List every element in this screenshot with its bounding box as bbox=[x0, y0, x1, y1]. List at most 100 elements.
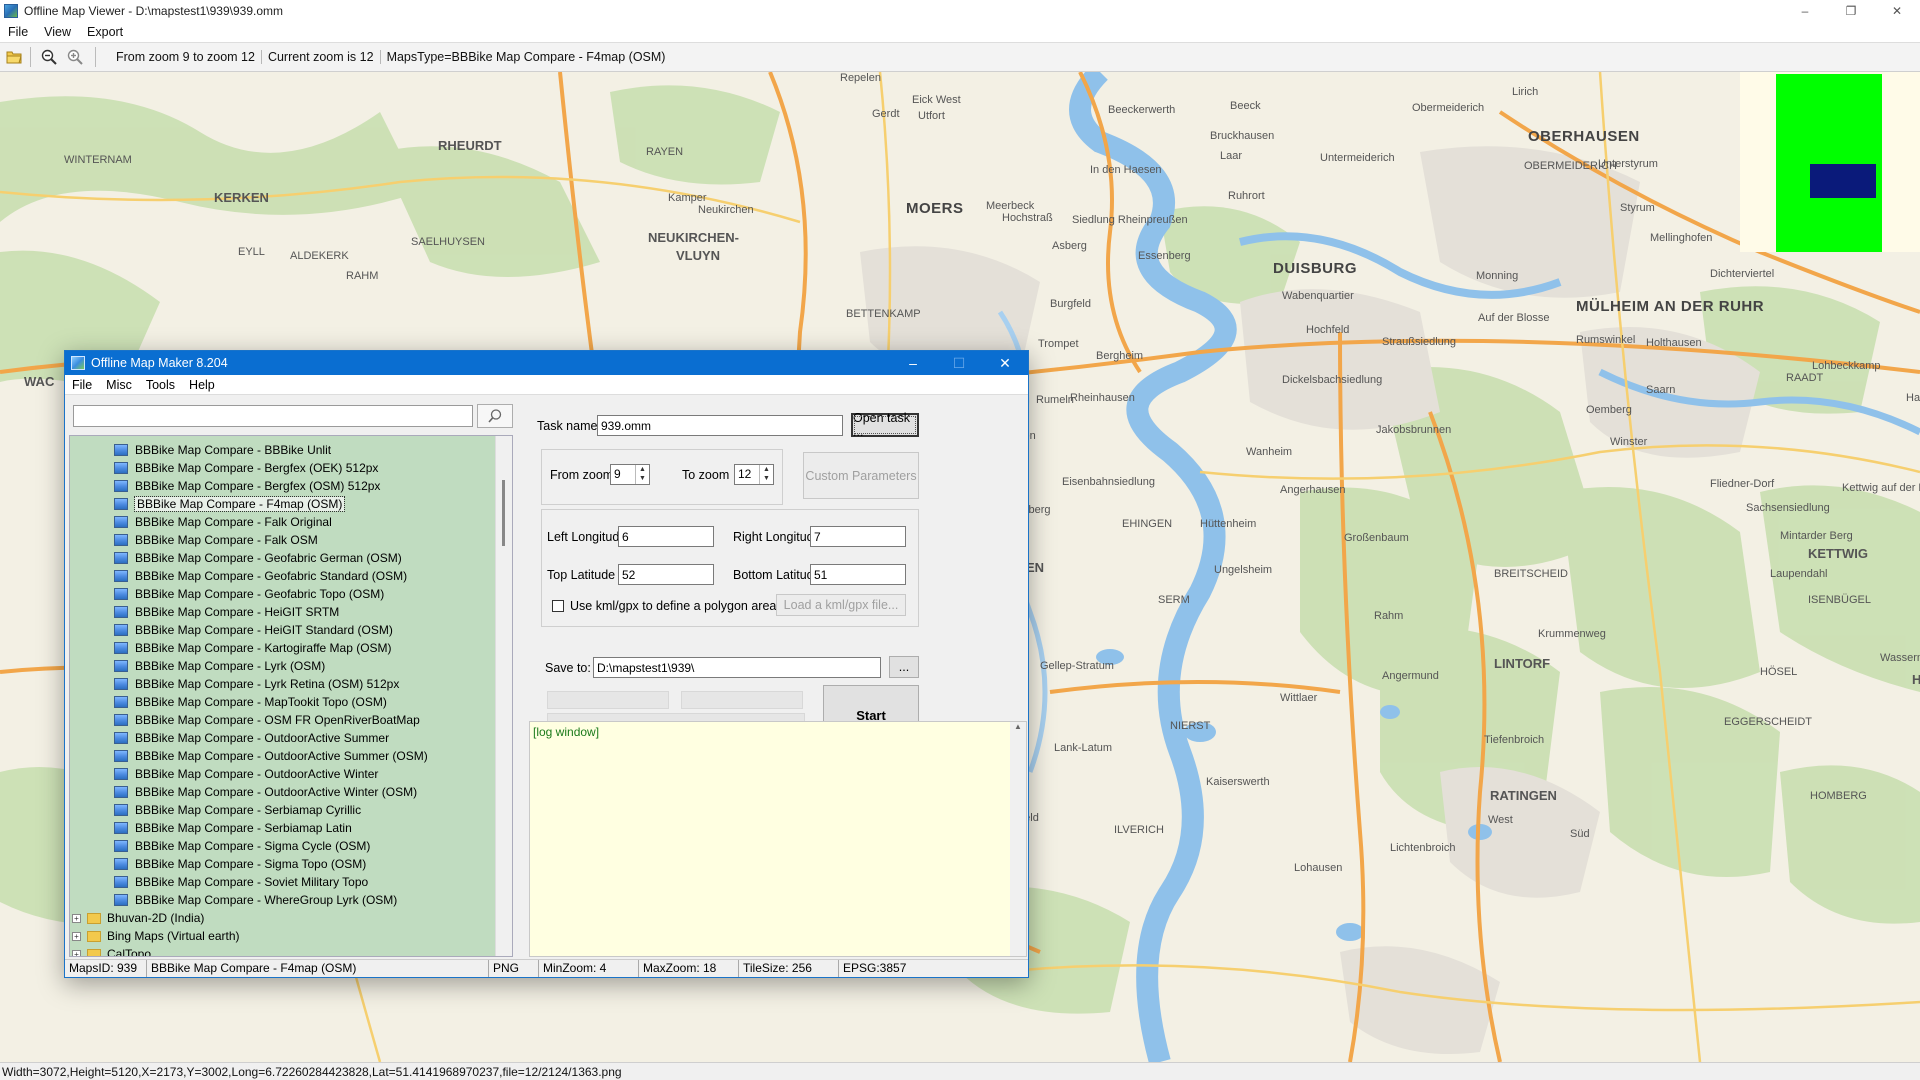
bottom-latitude-label: Bottom Latitude bbox=[733, 568, 821, 582]
top-latitude-input[interactable] bbox=[618, 564, 714, 585]
tree-item-map-source[interactable]: BBBike Map Compare - Falk Original bbox=[114, 513, 332, 531]
map-search-input[interactable] bbox=[73, 405, 473, 427]
to-zoom-spinner[interactable]: 12 ▲ ▼ bbox=[734, 464, 774, 485]
map-place-label: ALDEKERK bbox=[290, 250, 349, 262]
open-task-button[interactable]: Open task ... bbox=[851, 411, 919, 439]
tree-scrollbar-thumb[interactable] bbox=[502, 480, 505, 546]
tree-item-map-source[interactable]: BBBike Map Compare - Geofabric German (O… bbox=[114, 549, 402, 567]
zoom-in-icon[interactable] bbox=[63, 45, 87, 69]
expand-icon[interactable]: + bbox=[72, 931, 81, 941]
log-window[interactable]: [log window] ▲ bbox=[529, 721, 1027, 957]
left-longitude-input[interactable] bbox=[618, 526, 714, 547]
tree-folder[interactable]: + CalTopo bbox=[72, 945, 151, 956]
to-zoom-value: 12 bbox=[738, 467, 752, 481]
tree-item-map-source[interactable]: BBBike Map Compare - MapTookit Topo (OSM… bbox=[114, 693, 387, 711]
tree-item-map-source[interactable]: BBBike Map Compare - Geofabric Standard … bbox=[114, 567, 407, 585]
map-place-label: Neukirchen bbox=[698, 204, 754, 216]
tree-item-map-source[interactable]: BBBike Map Compare - Falk OSM bbox=[114, 531, 318, 549]
tree-item-map-source[interactable]: BBBike Map Compare - Serbiamap Cyrillic bbox=[114, 801, 361, 819]
right-longitude-input[interactable] bbox=[810, 526, 906, 547]
log-scrollbar[interactable]: ▲ bbox=[1010, 722, 1026, 956]
spin-down-icon[interactable]: ▼ bbox=[760, 474, 773, 483]
tree-item-map-source[interactable]: BBBike Map Compare - Sigma Cycle (OSM) bbox=[114, 837, 370, 855]
save-path-input[interactable] bbox=[593, 657, 881, 678]
spin-up-icon[interactable]: ▲ bbox=[636, 465, 649, 474]
tree-item-map-source[interactable]: BBBike Map Compare - OutdoorActive Summe… bbox=[114, 729, 389, 747]
tree-scrollbar[interactable] bbox=[495, 436, 512, 956]
dialog-titlebar[interactable]: Offline Map Maker 8.204 – ☐ ✕ bbox=[65, 351, 1028, 375]
maximize-button[interactable]: ❐ bbox=[1828, 0, 1874, 22]
tree-item-map-source[interactable]: BBBike Map Compare - Bergfex (OEK) 512px bbox=[114, 459, 378, 477]
map-place-label: Laupendahl bbox=[1770, 568, 1828, 580]
tree-item-map-source[interactable]: BBBike Map Compare - BBBike Unlit bbox=[114, 441, 331, 459]
dialog-menu-misc[interactable]: Misc bbox=[99, 378, 139, 392]
menu-file[interactable]: File bbox=[0, 25, 36, 39]
status-max-zoom: MaxZoom: 18 bbox=[639, 960, 739, 977]
map-layer-icon bbox=[114, 750, 128, 762]
dialog-maximize-button[interactable]: ☐ bbox=[936, 351, 982, 375]
expand-icon[interactable]: + bbox=[72, 949, 81, 956]
map-layer-icon bbox=[114, 804, 128, 816]
window-titlebar: Offline Map Viewer - D:\mapstest1\939\93… bbox=[0, 0, 1920, 22]
map-place-label: Krummenweg bbox=[1538, 628, 1606, 640]
spin-down-icon[interactable]: ▼ bbox=[636, 474, 649, 483]
map-place-label: Rheinhausen bbox=[1070, 392, 1135, 404]
zoom-out-icon[interactable] bbox=[37, 45, 61, 69]
menu-view[interactable]: View bbox=[36, 25, 79, 39]
minimap-viewport-marker[interactable] bbox=[1810, 164, 1876, 198]
tree-folder[interactable]: + Bing Maps (Virtual earth) bbox=[72, 927, 240, 945]
map-source-tree[interactable]: BBBike Map Compare - BBBike Unlit BBBike … bbox=[69, 435, 513, 957]
from-zoom-spinner[interactable]: 9 ▲ ▼ bbox=[610, 464, 650, 485]
tree-item-map-source[interactable]: BBBike Map Compare - Soviet Military Top… bbox=[114, 873, 368, 891]
open-folder-icon[interactable] bbox=[2, 45, 26, 69]
zoom-range-text: From zoom 9 to zoom 12 bbox=[110, 50, 262, 64]
map-place-label: HEILIG bbox=[1912, 672, 1920, 687]
map-place-label: Laar bbox=[1220, 150, 1243, 162]
dialog-menu-help[interactable]: Help bbox=[182, 378, 222, 392]
tree-folder[interactable]: + Bhuvan-2D (India) bbox=[72, 909, 204, 927]
tree-item-label: BBBike Map Compare - Falk OSM bbox=[135, 533, 318, 547]
bottom-latitude-input[interactable] bbox=[810, 564, 906, 585]
tree-item-map-source[interactable]: BBBike Map Compare - HeiGIT Standard (OS… bbox=[114, 621, 393, 639]
map-place-label: NEUKIRCHEN- bbox=[648, 230, 739, 245]
dialog-minimize-button[interactable]: – bbox=[890, 351, 936, 375]
browse-button[interactable]: ... bbox=[889, 656, 919, 678]
search-button[interactable] bbox=[477, 404, 513, 428]
map-place-label: Gerdt bbox=[872, 108, 900, 120]
load-kml-button[interactable]: Load a kml/gpx file... bbox=[776, 594, 906, 616]
task-name-input[interactable] bbox=[597, 415, 843, 436]
map-layer-icon bbox=[114, 822, 128, 834]
tree-item-map-source[interactable]: BBBike Map Compare - Serbiamap Latin bbox=[114, 819, 352, 837]
tree-item-map-source[interactable]: BBBike Map Compare - OutdoorActive Summe… bbox=[114, 747, 428, 765]
tree-item-map-source[interactable]: BBBike Map Compare - WhereGroup Lyrk (OS… bbox=[114, 891, 397, 909]
tree-item-map-source[interactable]: BBBike Map Compare - Lyrk (OSM) bbox=[114, 657, 325, 675]
bounds-group: Left Longitude Right Longitude Top Latit… bbox=[541, 509, 919, 627]
tree-item-map-source[interactable]: BBBike Map Compare - OSM FR OpenRiverBoa… bbox=[114, 711, 420, 729]
tree-item-label: BBBike Map Compare - OutdoorActive Summe… bbox=[135, 749, 428, 763]
map-place-label: Repelen bbox=[840, 72, 881, 84]
close-button[interactable]: ✕ bbox=[1874, 0, 1920, 22]
menu-export[interactable]: Export bbox=[79, 25, 131, 39]
tree-item-map-source[interactable]: BBBike Map Compare - HeiGIT SRTM bbox=[114, 603, 339, 621]
kml-polygon-checkbox[interactable] bbox=[552, 600, 564, 612]
tree-item-label: BBBike Map Compare - Geofabric German (O… bbox=[135, 551, 402, 565]
custom-parameters-button[interactable]: Custom Parameters bbox=[803, 452, 919, 499]
minimap[interactable] bbox=[1740, 72, 1920, 252]
tree-item-map-source[interactable]: BBBike Map Compare - Kartogiraffe Map (O… bbox=[114, 639, 392, 657]
expand-icon[interactable]: + bbox=[72, 913, 81, 923]
tree-item-map-source[interactable]: BBBike Map Compare - F4map (OSM) bbox=[114, 495, 346, 513]
minimize-button[interactable]: – bbox=[1782, 0, 1828, 22]
dialog-close-button[interactable]: ✕ bbox=[982, 351, 1028, 375]
dialog-menu-file[interactable]: File bbox=[65, 378, 99, 392]
tree-item-map-source[interactable]: BBBike Map Compare - Sigma Topo (OSM) bbox=[114, 855, 366, 873]
tree-item-map-source[interactable]: BBBike Map Compare - Lyrk Retina (OSM) 5… bbox=[114, 675, 399, 693]
spin-up-icon[interactable]: ▲ bbox=[760, 465, 773, 474]
map-place-label: Hochstraß bbox=[1002, 212, 1053, 224]
tree-item-map-source[interactable]: BBBike Map Compare - OutdoorActive Winte… bbox=[114, 783, 417, 801]
tree-item-label: BBBike Map Compare - Geofabric Topo (OSM… bbox=[135, 587, 385, 601]
tree-item-map-source[interactable]: BBBike Map Compare - OutdoorActive Winte… bbox=[114, 765, 378, 783]
dialog-menu-tools[interactable]: Tools bbox=[139, 378, 182, 392]
tree-item-map-source[interactable]: BBBike Map Compare - Bergfex (OSM) 512px bbox=[114, 477, 380, 495]
scroll-up-icon[interactable]: ▲ bbox=[1010, 722, 1026, 731]
tree-item-map-source[interactable]: BBBike Map Compare - Geofabric Topo (OSM… bbox=[114, 585, 384, 603]
